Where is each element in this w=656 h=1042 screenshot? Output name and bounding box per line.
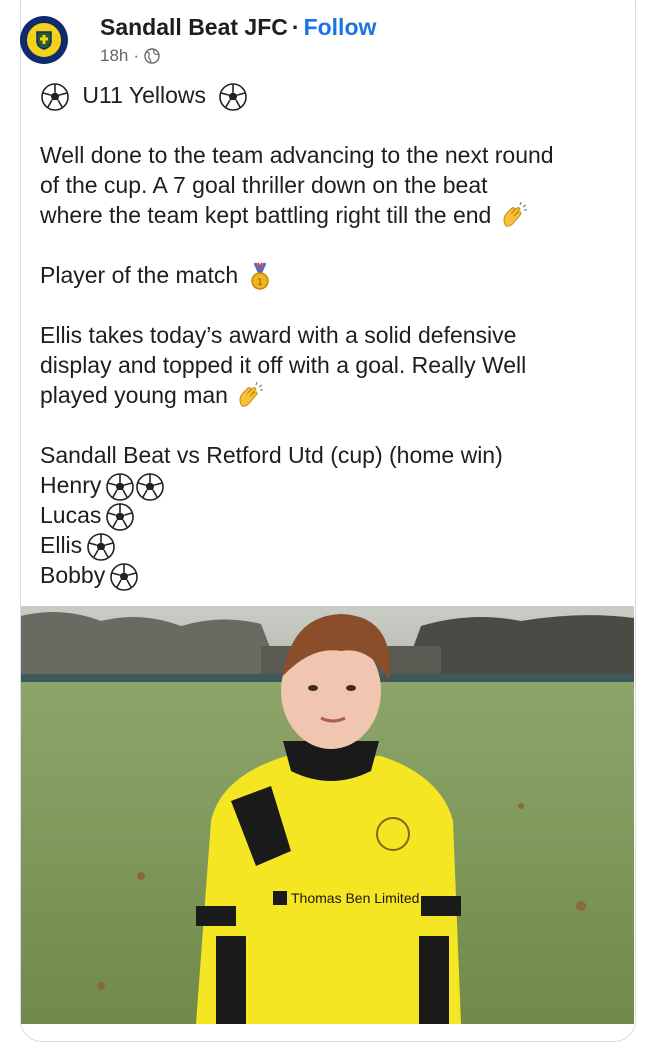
svg-text:1: 1	[257, 278, 263, 288]
scorer-row: Bobby	[40, 560, 630, 592]
page-name-link[interactable]: Sandall Beat JFC	[100, 14, 288, 40]
soccer-ball-icon	[109, 562, 139, 592]
body-line: where the team kept battling right till …	[40, 202, 492, 228]
scorer-name: Lucas	[40, 502, 102, 528]
post-meta: 18h ·	[100, 46, 160, 66]
soccer-ball-icon	[86, 532, 116, 562]
post-body: U11 Yellows Well done to the team advanc…	[40, 80, 630, 592]
soccer-ball-icon	[135, 472, 165, 502]
header-separator: ·	[291, 14, 300, 40]
post-timestamp[interactable]: 18h	[100, 46, 128, 66]
award-line: Ellis takes today’s award with a solid d…	[40, 322, 517, 348]
globe-icon	[144, 48, 160, 64]
scorer-row: Henry	[40, 470, 630, 502]
soccer-ball-icon	[40, 82, 70, 112]
award-line: played young man	[40, 382, 228, 408]
body-line: Well done to the team advancing to the n…	[40, 142, 554, 168]
shirt-sponsor: Thomas Ben Limited	[291, 890, 419, 906]
post-title: U11 Yellows	[82, 82, 206, 108]
potm-heading: Player of the match	[40, 262, 239, 288]
scorer-name: Ellis	[40, 532, 83, 558]
soccer-ball-icon	[105, 472, 135, 502]
soccer-ball-icon	[105, 502, 135, 532]
award-line-with-emoji: played young man	[40, 380, 630, 410]
scorer-name: Henry	[40, 472, 102, 498]
post-header-title: Sandall Beat JFC · Follow	[100, 14, 376, 41]
scorer-row: Lucas	[40, 500, 630, 532]
body-line-with-emoji: where the team kept battling right till …	[40, 200, 630, 230]
match-result: Sandall Beat vs Retford Utd (cup) (home …	[40, 442, 503, 468]
clapping-hands-icon	[234, 381, 264, 412]
medal-icon: 1	[245, 262, 275, 292]
player-photo-image: Thomas Ben Limited	[21, 606, 634, 1024]
potm-line: Player of the match 1	[40, 260, 630, 290]
meta-separator: ·	[133, 46, 140, 65]
player-photo[interactable]: Thomas Ben Limited	[21, 606, 634, 1024]
club-badge-icon	[25, 21, 63, 59]
body-line: of the cup. A 7 goal thriller down on th…	[40, 172, 488, 198]
scorers-list: Henry Lucas Ellis Bobby	[40, 470, 630, 592]
clapping-hands-icon	[498, 201, 528, 232]
scorer-name: Bobby	[40, 562, 106, 588]
scorer-row: Ellis	[40, 530, 630, 562]
page-avatar[interactable]	[20, 16, 68, 64]
soccer-ball-icon	[218, 82, 248, 112]
award-line: display and topped it off with a goal. R…	[40, 352, 527, 378]
post-title-line: U11 Yellows	[40, 80, 630, 112]
follow-button[interactable]: Follow	[304, 14, 377, 40]
